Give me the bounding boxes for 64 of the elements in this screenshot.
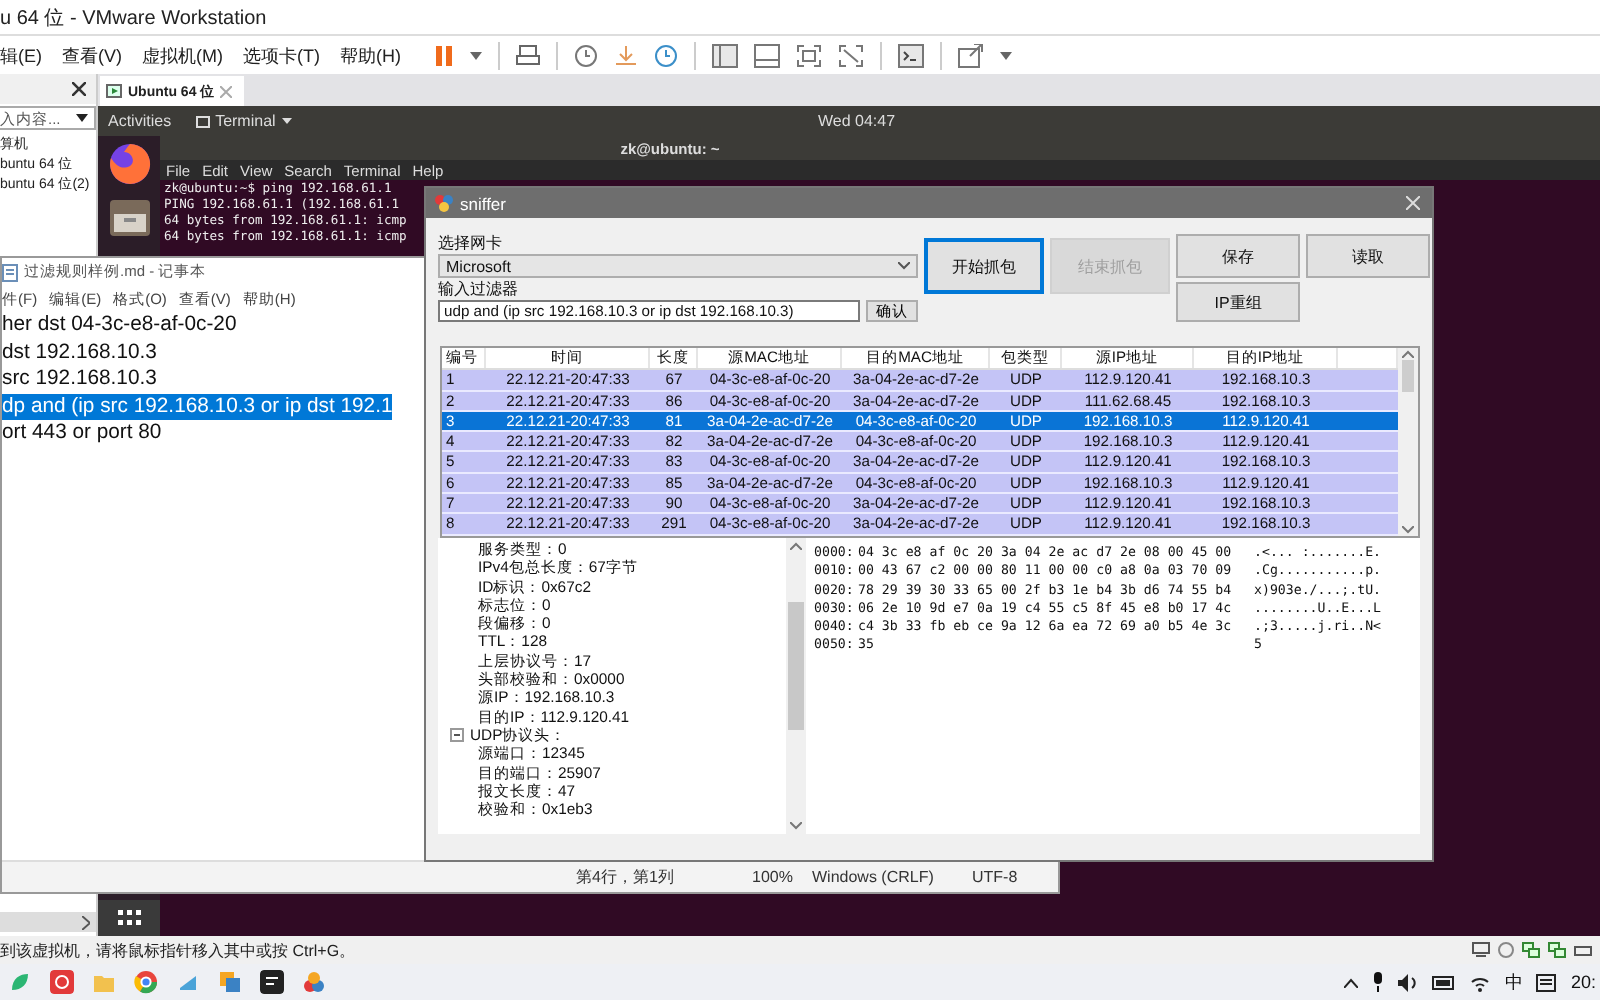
wifi-icon[interactable]	[1470, 973, 1491, 991]
browser-icon[interactable]	[107, 142, 151, 186]
chevron-down-icon	[898, 262, 910, 270]
drawer-icon[interactable]	[107, 198, 151, 238]
browser-icon[interactable]	[134, 970, 158, 994]
menu-label[interactable]: Terminal	[215, 112, 276, 130]
clock[interactable]: Wed 04:47	[818, 112, 896, 130]
app-icon[interactable]	[260, 970, 284, 994]
menu-item[interactable]: 选项卡(T)	[243, 43, 320, 69]
menu-item[interactable]: 虚拟机(M)	[142, 43, 223, 69]
caret-icon[interactable]	[76, 114, 88, 122]
scrollbar-thumb[interactable]	[1402, 360, 1414, 392]
scrollbar-thumb[interactable]	[788, 602, 804, 730]
field-label: 输入过滤器	[438, 280, 520, 298]
input-method-indicator[interactable]: 中	[1504, 969, 1523, 995]
device-icon[interactable]	[1472, 942, 1490, 958]
activities-button[interactable]: Activities	[108, 112, 172, 130]
menu-item[interactable]: 帮助(H)	[340, 43, 401, 69]
app-icon	[434, 194, 454, 212]
taskbar-clock: 20:	[1570, 972, 1596, 992]
console-icon[interactable]	[897, 44, 923, 68]
network-card-dropdown[interactable]: Microsoft	[438, 254, 918, 278]
status-text: 第4行，第1列	[576, 866, 676, 888]
leaf-icon[interactable]	[8, 970, 32, 994]
status-text: Windows (CRLF)	[812, 868, 936, 886]
text-line: dst 192.168.10.3	[2, 339, 157, 366]
speaker-icon[interactable]	[1398, 973, 1419, 991]
fullscreen-icon[interactable]	[795, 44, 821, 68]
app-menu[interactable]: Terminal	[195, 112, 292, 130]
menu-item[interactable]: 辑(E)	[0, 43, 42, 69]
text-line: src 192.168.10.3	[2, 366, 157, 393]
clock-icon[interactable]	[573, 44, 597, 68]
battery-icon	[1432, 975, 1457, 989]
text-line: ort 443 or port 80	[2, 420, 162, 447]
action-button[interactable]: 保存	[1176, 234, 1300, 278]
field-label: 选择网卡	[438, 234, 504, 252]
chevron-down-icon[interactable]	[790, 822, 802, 830]
action-button[interactable]: 开始抓包	[924, 238, 1044, 294]
app-grid-icon[interactable]	[117, 910, 141, 926]
status-text: UTF-8	[972, 868, 1018, 886]
action-button[interactable]: IP重组	[1176, 282, 1300, 322]
panel-layout-icon[interactable]	[753, 44, 779, 68]
stretch-icon[interactable]	[957, 44, 983, 68]
sidebar-layout-icon[interactable]	[711, 44, 737, 68]
keyboard-icon[interactable]	[1536, 973, 1557, 991]
collapse-icon[interactable]	[450, 728, 464, 743]
chevron-right-icon[interactable]	[82, 915, 90, 929]
status-message: 到该虚拟机，请将鼠标指针移入其中或按 Ctrl+G。	[0, 939, 356, 961]
window-title: sniffer	[460, 193, 506, 213]
text-line: her dst 04-3c-e8-af-0c-20	[2, 312, 237, 339]
window-icon	[195, 115, 210, 127]
window-title: u 64 位 - VMware Workstation	[0, 5, 267, 31]
action-button[interactable]: 读取	[1306, 234, 1430, 278]
vm-icon	[106, 84, 122, 98]
chevron-up-icon[interactable]	[1344, 977, 1359, 987]
menu-item[interactable]: 查看(V)	[62, 43, 122, 69]
clock-icon[interactable]	[653, 44, 677, 68]
close-icon[interactable]	[72, 82, 86, 96]
chevron-down-icon[interactable]	[1402, 526, 1414, 534]
microphone-icon[interactable]	[1372, 972, 1385, 992]
disc-icon[interactable]	[1498, 942, 1514, 958]
status-text: 100%	[752, 868, 795, 886]
pause-icon[interactable]	[433, 44, 453, 68]
caret-icon	[281, 118, 292, 124]
